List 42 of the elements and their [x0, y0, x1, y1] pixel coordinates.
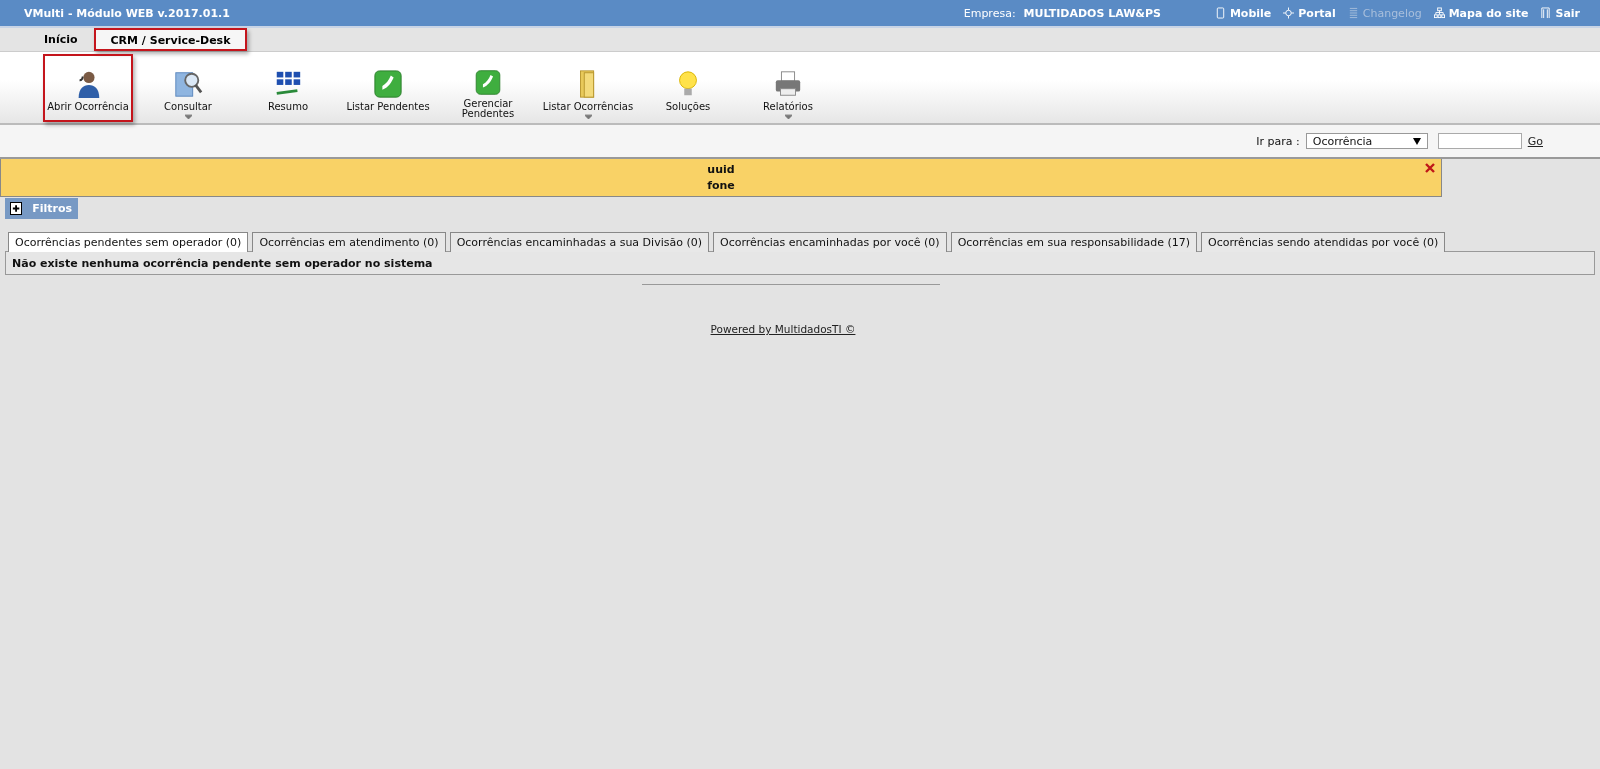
tab[interactable]: Ocorrências encaminhadas por você (0) — [713, 232, 947, 252]
toolbar-button[interactable]: Resumo — [238, 54, 338, 122]
move-icon — [1283, 7, 1295, 19]
close-icon[interactable] — [1425, 163, 1435, 173]
header-link[interactable]: Mobile — [1214, 6, 1272, 20]
goto-input[interactable] — [1437, 133, 1522, 149]
printer-icon — [773, 69, 803, 99]
footer-link[interactable]: Powered by MultidadosTI © — [710, 323, 856, 335]
phone-icon — [473, 69, 503, 96]
header-link[interactable]: Sair — [1540, 6, 1580, 20]
dropdown-arrow-icon — [1412, 137, 1421, 145]
list-icon — [1347, 7, 1359, 19]
toolbar-button[interactable]: Consultar — [138, 54, 238, 122]
tab[interactable]: Ocorrências pendentes sem operador (0) — [8, 232, 249, 252]
header-link[interactable]: Portal — [1283, 6, 1336, 20]
tab[interactable]: Ocorrências encaminhadas a sua Divisão (0) — [449, 232, 709, 252]
tab[interactable]: Ocorrências em atendimento (0) — [252, 232, 446, 252]
header-link[interactable]: Mapa do site — [1433, 6, 1529, 20]
company-name: MULTIDADOS LAW&PS — [1023, 6, 1161, 20]
alert-text: uuid — [707, 161, 735, 178]
toolbar-button[interactable]: Listar Ocorrências — [538, 54, 638, 122]
company-label: Empresa: — [963, 6, 1016, 20]
phone-icon — [1214, 7, 1226, 19]
toolbar-button[interactable]: Listar Pendentes — [338, 54, 438, 122]
app-title: VMulti - Módulo WEB v.2017.01.1 — [24, 6, 230, 20]
tab[interactable]: Ocorrências sendo atendidas por você (0) — [1201, 232, 1446, 252]
toolbar-button[interactable]: Relatórios — [738, 54, 838, 122]
alert-text: fone — [707, 177, 735, 194]
goto-label: Ir para : — [1256, 134, 1300, 148]
goto-select[interactable]: Ocorrência — [1305, 133, 1428, 149]
toolbar-button[interactable]: Abrir Ocorrência — [43, 54, 133, 122]
door-icon — [1540, 7, 1552, 19]
phone-icon — [373, 69, 403, 99]
module-tab[interactable]: Início — [28, 28, 94, 51]
module-tab[interactable]: CRM / Service-Desk — [93, 28, 248, 51]
sitemap-icon — [1433, 7, 1445, 19]
go-link[interactable]: Go — [1527, 134, 1543, 148]
magnifier-icon — [173, 69, 203, 99]
toolbar-button[interactable]: Soluções — [638, 54, 738, 122]
empty-message: Não existe nenhuma ocorrência pendente sem operador no sistema — [12, 256, 433, 270]
tab[interactable]: Ocorrências em sua responsabilidade (17) — [950, 232, 1198, 252]
toolbar-button[interactable]: Gerenciar Pendentes — [438, 54, 538, 122]
